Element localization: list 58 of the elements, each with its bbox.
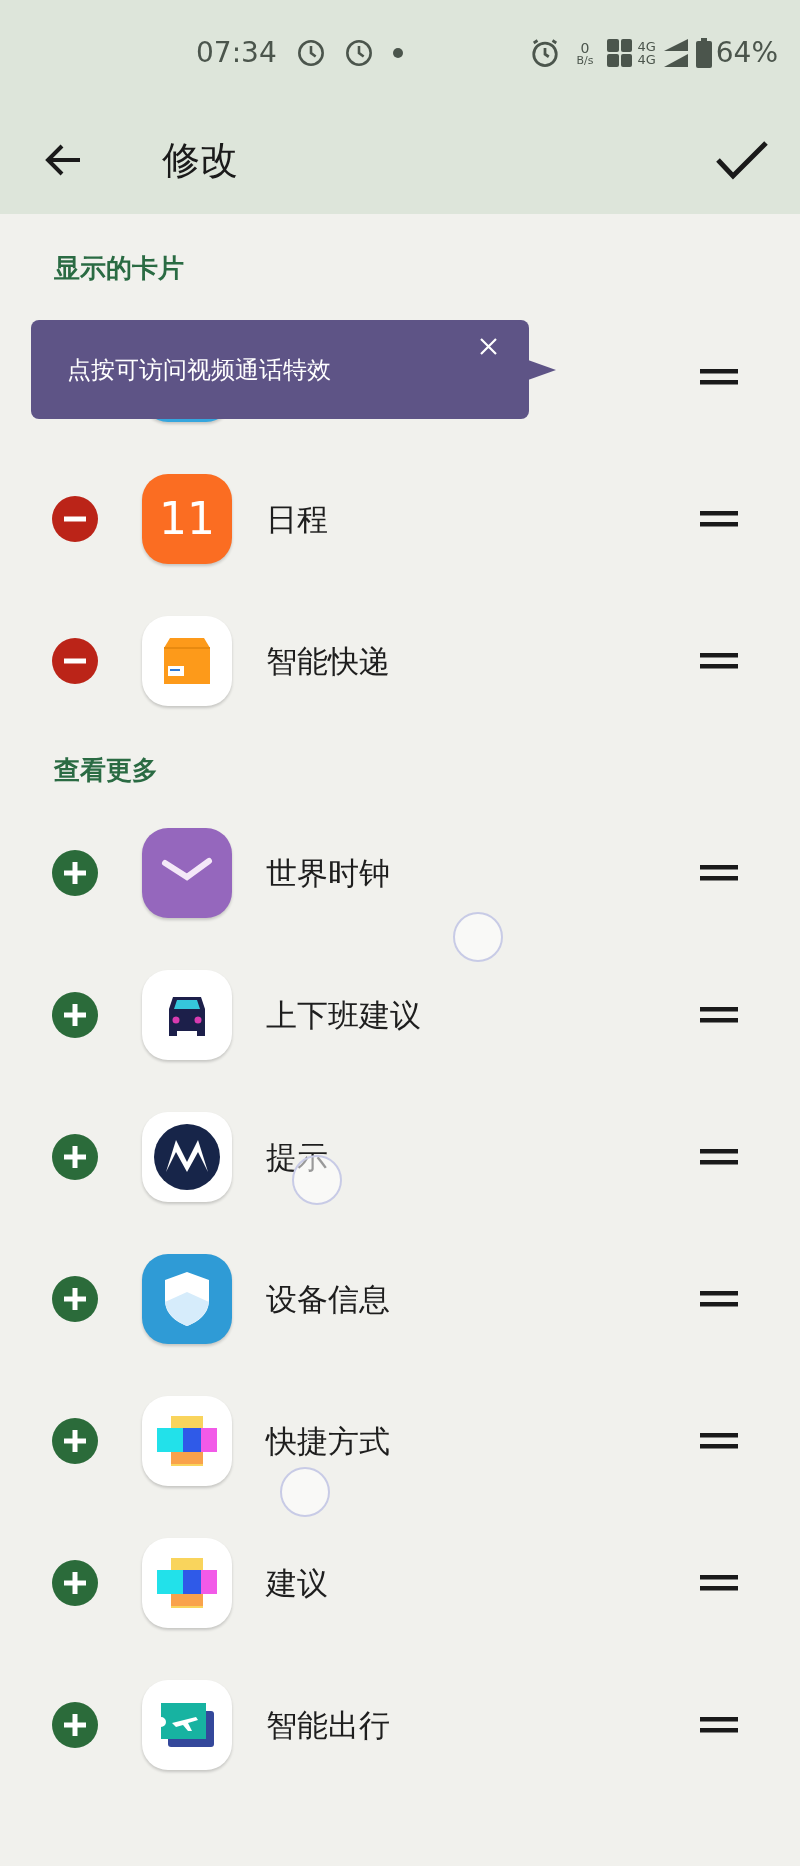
page-title: 修改 bbox=[162, 136, 238, 184]
card-label: 世界时钟 bbox=[266, 853, 390, 893]
drag-handle-icon[interactable] bbox=[700, 1433, 738, 1449]
app-icon bbox=[142, 828, 232, 918]
drag-handle-icon[interactable] bbox=[700, 1575, 738, 1591]
app-icon bbox=[142, 616, 232, 706]
card-label: 建议 bbox=[266, 1563, 328, 1603]
network-type: 4G bbox=[637, 53, 656, 66]
app-icon bbox=[142, 1112, 232, 1202]
add-button[interactable] bbox=[52, 1418, 98, 1464]
app-icon bbox=[142, 1680, 232, 1770]
net-speed-value: 0 bbox=[580, 40, 590, 55]
remove-button[interactable] bbox=[52, 496, 98, 542]
app-icon bbox=[142, 1254, 232, 1344]
app-icon bbox=[142, 970, 232, 1060]
remove-button[interactable] bbox=[52, 638, 98, 684]
card-label: 提示 bbox=[266, 1137, 328, 1177]
add-button[interactable] bbox=[52, 850, 98, 896]
alarm-icon bbox=[530, 38, 561, 68]
section-heading: 查看更多 bbox=[54, 754, 158, 787]
close-icon[interactable] bbox=[480, 338, 497, 355]
drag-handle-icon[interactable] bbox=[700, 511, 738, 527]
drag-handle-icon[interactable] bbox=[700, 865, 738, 881]
app-icon bbox=[142, 1396, 232, 1486]
calendar-app-icon: 11 bbox=[142, 474, 232, 564]
card-label: 日程 bbox=[266, 499, 328, 539]
section-heading: 显示的卡片 bbox=[54, 252, 184, 285]
drag-handle-icon[interactable] bbox=[700, 1149, 738, 1165]
clock-icon bbox=[344, 39, 373, 67]
drag-handle-icon[interactable] bbox=[700, 1007, 738, 1023]
card-label: 快捷方式 bbox=[266, 1421, 390, 1461]
touch-indicator bbox=[453, 912, 503, 962]
drag-handle-icon[interactable] bbox=[700, 369, 738, 385]
add-button[interactable] bbox=[52, 992, 98, 1038]
card-label: 设备信息 bbox=[266, 1279, 390, 1319]
add-button[interactable] bbox=[52, 1134, 98, 1180]
status-time: 07:34 bbox=[196, 35, 277, 71]
card-label: 智能快递 bbox=[266, 641, 390, 681]
check-icon[interactable] bbox=[716, 140, 768, 180]
back-arrow-icon[interactable] bbox=[44, 143, 82, 177]
notification-dot-icon bbox=[392, 48, 403, 58]
clock-icon bbox=[296, 39, 325, 67]
battery-level: 64% bbox=[715, 35, 778, 71]
net-speed-unit: B/s bbox=[576, 54, 594, 66]
add-button[interactable] bbox=[52, 1560, 98, 1606]
battery-icon bbox=[695, 38, 712, 68]
add-button[interactable] bbox=[52, 1702, 98, 1748]
card-label: 上下班建议 bbox=[266, 995, 421, 1035]
network-type: 4G bbox=[637, 40, 656, 53]
touch-indicator bbox=[280, 1467, 330, 1517]
app-icon bbox=[142, 1538, 232, 1628]
drag-handle-icon[interactable] bbox=[700, 1717, 738, 1733]
tooltip-text: 点按可访问视频通话特效 bbox=[67, 354, 331, 386]
sim-icon bbox=[607, 39, 634, 67]
drag-handle-icon[interactable] bbox=[700, 653, 738, 669]
add-button[interactable] bbox=[52, 1276, 98, 1322]
card-label: 智能出行 bbox=[266, 1705, 390, 1745]
drag-handle-icon[interactable] bbox=[700, 1291, 738, 1307]
